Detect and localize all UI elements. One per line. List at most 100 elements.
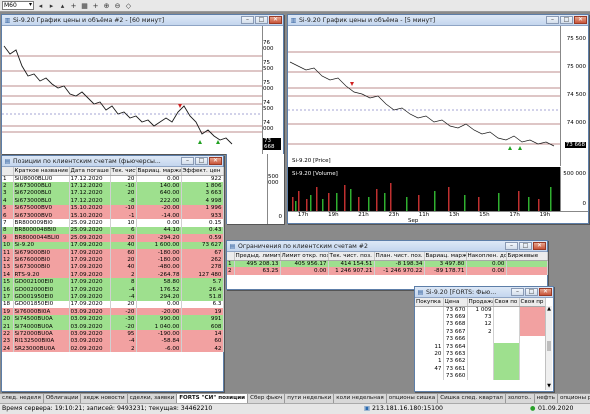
cell-n: 16: [2, 285, 14, 294]
column-header: Дата погаше ▲: [69, 167, 111, 176]
volume-chart[interactable]: Si-9.20 [Volume]: [288, 167, 560, 211]
workspace-tab[interactable]: сделки, заявки: [128, 394, 178, 403]
cell-sell: 12: [467, 320, 494, 329]
price-chart[interactable]: Si-9.20 [Price]: [288, 26, 560, 166]
chart-window-titlebar[interactable]: ▥ Si-9.20 График цены и объёма - [5 мину…: [288, 15, 588, 26]
position-row[interactable]: 15 GD002100EI0 17.09.2020 8 58.80 5.7: [2, 278, 224, 286]
maximize-button[interactable]: □: [255, 16, 268, 24]
workspace-tab[interactable]: Сбер фьюч: [248, 394, 286, 403]
orderbook-row[interactable]: 73 667 2: [415, 328, 546, 336]
minimize-button[interactable]: –: [181, 157, 194, 165]
interval-select[interactable]: M60: [2, 1, 34, 10]
close-button[interactable]: ✕: [533, 242, 546, 250]
scroll-down-icon[interactable]: ▼: [546, 383, 552, 390]
cell-n: 5: [2, 204, 14, 212]
orderbook-row[interactable]: 73 666: [415, 335, 546, 343]
workspace-tab[interactable]: пути недельки: [285, 394, 335, 403]
volume-axis-label: 0: [278, 214, 283, 220]
positions-titlebar[interactable]: ▤ Позиции по клиентским счетам (фьючерсы…: [2, 156, 223, 167]
arrow-left-icon[interactable]: ◂: [36, 1, 45, 10]
position-row[interactable]: 19 Si76000BI0A 03.09.2020 -20 -20.00 19: [2, 308, 224, 316]
position-row[interactable]: 1 SiU8000BLU0 17.12.2020 20 0.00 922: [2, 175, 224, 183]
position-row[interactable]: 21 Si74000BU0A 03.09.2020 -20 1 040.00 608: [2, 322, 224, 331]
position-row[interactable]: 3 Si672000BL0 17.12.2020 20 640.00 3 663: [2, 189, 224, 198]
cell-eff: 4 998: [181, 197, 224, 205]
orderbook-row[interactable]: 73 660: [415, 372, 546, 380]
orderbook-row[interactable]: 73 670 1 009: [415, 306, 546, 314]
workspace-tab[interactable]: нефть: [535, 394, 558, 403]
position-row[interactable]: 5 Si675000BV0 15.10.2020 -10 -20.00 1 996: [2, 204, 224, 212]
arrow-right-icon[interactable]: ▸: [47, 1, 56, 10]
orderbook-row[interactable]: 47 73 661: [415, 365, 546, 373]
orderbook-row[interactable]: 73 669 73: [415, 313, 546, 321]
position-row[interactable]: 8 BR8000048BI0 25.09.2020 6 44.10 0.43: [2, 226, 224, 235]
position-row[interactable]: 13 Si673000BI0 17.09.2020 40 -480.00 278: [2, 263, 224, 272]
position-row[interactable]: 17 GD001950EI0 17.09.2020 -4 294.20 51.8: [2, 293, 224, 301]
position-row[interactable]: 9 BR8000044BLI0 25.09.2020 20 -294.20 0.59: [2, 234, 224, 242]
cell-qty: 8: [110, 278, 137, 286]
position-row[interactable]: 18 GD001850EI0 17.09.2020 20 0.00 6.3: [2, 300, 224, 309]
maximize-button[interactable]: □: [195, 157, 208, 165]
workspace-tab[interactable]: FORTS "СИ" позиции: [177, 394, 249, 403]
position-row[interactable]: 11 Si679000BI0 17.09.2020 60 -180.00 67: [2, 248, 224, 257]
maximize-button[interactable]: □: [519, 242, 532, 250]
close-button[interactable]: ✕: [209, 157, 222, 165]
workspace-tab[interactable]: опционы сишка: [387, 394, 439, 403]
orderbook-row[interactable]: 20 73 663: [415, 350, 546, 358]
orderbook-scrollbar[interactable]: ▲ ▼: [545, 306, 552, 390]
orderbook-row[interactable]: 73 668 12: [415, 320, 546, 329]
minimize-button[interactable]: –: [241, 16, 254, 24]
position-row[interactable]: 4 Si673000BL0 17.12.2020 -8 222.00 4 998: [2, 197, 224, 205]
arrow-up-icon[interactable]: ▴: [58, 1, 67, 10]
workspace-tab[interactable]: след. неделя: [0, 394, 44, 403]
workspace-tab[interactable]: опционы ртс: [558, 394, 590, 403]
position-row[interactable]: 20 Si74500BU0A 03.09.2020 -30 990.00 991: [2, 315, 224, 323]
limit-row[interactable]: 1 495 208.13 405 956.17 414 154.51 -8 198.34…: [227, 260, 548, 268]
position-row[interactable]: 14 RTS-9.20 17.09.2020 2 -264.78 127 480: [2, 271, 224, 279]
minimize-button[interactable]: –: [546, 16, 559, 24]
position-row[interactable]: 16 GD002000EI0 17.09.2020 -4 176.52 26.4: [2, 285, 224, 294]
position-row[interactable]: 22 Si72000BU0A 03.09.2020 95 -190.00 14: [2, 330, 224, 338]
limits-titlebar[interactable]: ▤ Ограничения по клиентским счетам #2 – …: [227, 241, 547, 252]
orderbook-row[interactable]: 11 73 664: [415, 342, 546, 351]
price-chart[interactable]: [2, 26, 262, 154]
workspace-tab[interactable]: хедж новости: [81, 394, 128, 403]
diamond-icon[interactable]: ◇: [124, 1, 133, 10]
orderbook-titlebar[interactable]: ▤ Si-9.20 [FORTS: Фью... – □ ✕: [415, 287, 553, 298]
position-row[interactable]: 23 RI132500BI0A 03.09.2020 -4 -58.84 60: [2, 337, 224, 345]
workspace-tab[interactable]: коли недельная: [334, 394, 387, 403]
zoom-out-icon[interactable]: ⊖: [113, 1, 122, 10]
scroll-up-icon[interactable]: ▲: [546, 306, 552, 313]
volume-axis-label: 500 000: [268, 174, 279, 186]
cell-eff: 278: [181, 263, 224, 272]
close-button[interactable]: ✕: [574, 16, 587, 24]
cell-sell: [467, 365, 494, 373]
plus-icon[interactable]: +: [69, 1, 78, 10]
maximize-button[interactable]: □: [560, 16, 573, 24]
minimize-button[interactable]: –: [511, 288, 524, 296]
position-row[interactable]: 24 SR23000BU0A 02.09.2020 2 -6.00 42: [2, 344, 224, 353]
close-button[interactable]: ✕: [269, 16, 282, 24]
position-row[interactable]: 10 Si-9.20 17.09.2020 40 1 600.00 73 627: [2, 241, 224, 249]
position-row[interactable]: 2 Si673000BL0 17.12.2020 -10 140.00 1 806: [2, 182, 224, 190]
orderbook-row[interactable]: 1 73 662: [415, 357, 546, 366]
column-header: Тек. чист. поз.: [328, 252, 375, 261]
close-button[interactable]: ✕: [539, 288, 552, 296]
grid-icon[interactable]: ▦: [80, 1, 89, 10]
zoom-in-icon[interactable]: ⊕: [102, 1, 111, 10]
limit-row[interactable]: 2 63.25 0.00 1 246 907.21 -1 246 970.22 -89 1…: [227, 267, 548, 275]
position-row[interactable]: 12 Si676000BI0 17.09.2020 20 -180.00 262: [2, 256, 224, 264]
cell-vm: 0.00: [136, 175, 182, 183]
scrollbar-thumb[interactable]: [547, 341, 551, 351]
positions-window: ▤ Позиции по клиентским счетам (фьючерсы…: [1, 155, 224, 392]
chart-window-titlebar[interactable]: ▥ Si-9.20 График цены и объёма #2 - [60 …: [2, 15, 283, 26]
cell-date: 17.12.2020: [69, 189, 111, 198]
plus-icon[interactable]: +: [91, 1, 100, 10]
position-row[interactable]: 6 Si673000BV0 15.10.2020 -1 -14.00 933: [2, 211, 224, 220]
minimize-button[interactable]: –: [505, 242, 518, 250]
position-row[interactable]: 7 BR800009BI0 25.09.2020 10 0.00 0.15: [2, 219, 224, 227]
workspace-tab[interactable]: Облигации: [44, 394, 82, 403]
workspace-tab[interactable]: Сишка след. квартал: [438, 394, 506, 403]
workspace-tab[interactable]: золото..: [506, 394, 535, 403]
maximize-button[interactable]: □: [525, 288, 538, 296]
